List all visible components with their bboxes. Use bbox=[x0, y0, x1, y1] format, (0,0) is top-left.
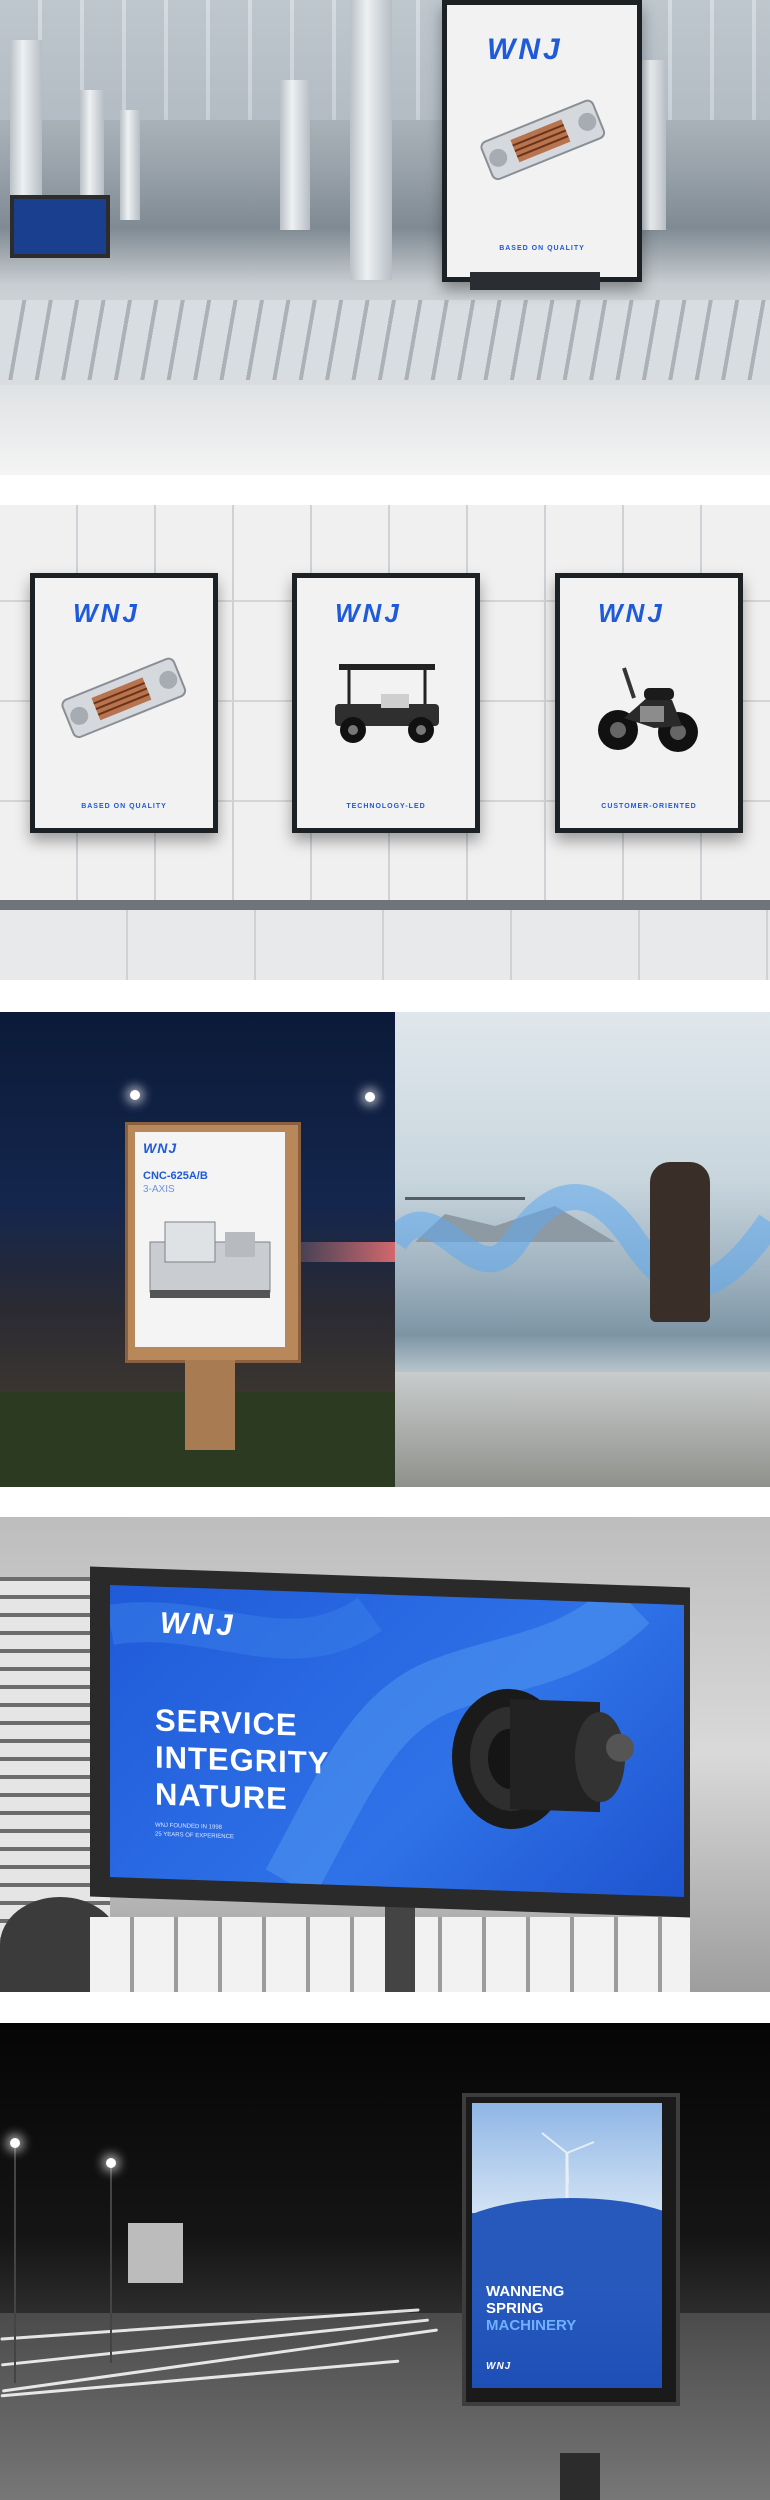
billboard-pole bbox=[385, 1897, 415, 1992]
brand-logo: WNJ bbox=[335, 598, 402, 628]
brand-logo: WNJ bbox=[487, 33, 563, 66]
brand-logo: WNJ bbox=[160, 1606, 236, 1643]
wall-poster-1: WNJ BASED ON QUALITY bbox=[30, 573, 218, 833]
airport-poster: WNJ BASED ON QUALITY bbox=[442, 0, 642, 282]
wall-poster-2: WNJ TECHNOLOGY-LED bbox=[292, 573, 480, 833]
poster-stand bbox=[470, 272, 600, 290]
light-trail bbox=[290, 1242, 395, 1262]
headline-line-1: SERVICE bbox=[155, 1702, 298, 1743]
poster-tagline: BASED ON QUALITY bbox=[81, 803, 167, 810]
street-light bbox=[365, 1092, 375, 1102]
hiker bbox=[650, 1162, 710, 1322]
billboard-scene: WNJ SERVICE INTEGRITY NATURE WNJ FOUNDED… bbox=[0, 1517, 770, 1992]
ad-line-2: SPRING bbox=[486, 2300, 544, 2317]
ad-line-3: MACHINERY bbox=[486, 2317, 577, 2334]
billboard-small-print: WNJ FOUNDED IN 1998 25 YEARS OF EXPERIEN… bbox=[155, 1822, 234, 1843]
wall-poster-3: WNJ CUSTOMER-ORIENTED bbox=[555, 573, 743, 833]
lamp-light bbox=[10, 2138, 20, 2148]
brand-logo: WNJ bbox=[486, 2361, 512, 2372]
model-subtitle: 3-AXIS bbox=[143, 1184, 175, 1195]
night-street: WNJ CNC-625A/B 3-AXIS bbox=[0, 1012, 395, 1487]
street-light bbox=[130, 1090, 140, 1100]
pillar bbox=[350, 0, 392, 280]
gearbox-product bbox=[480, 99, 606, 181]
headline-line-2: INTEGRITY bbox=[155, 1739, 330, 1781]
brand-logo: WNJ bbox=[143, 1140, 178, 1156]
poster-tagline: BASED ON QUALITY bbox=[499, 245, 585, 252]
ad-line-1: WANNENG bbox=[486, 2283, 565, 2300]
floor bbox=[0, 910, 770, 980]
blue-curve bbox=[472, 2198, 662, 2288]
building bbox=[128, 2223, 183, 2283]
wall-scene: WNJ BASED ON QUALITY WNJ TECHNOLOGY-LED … bbox=[0, 505, 770, 980]
night-ad: WANNENG SPRING MACHINERY WNJ bbox=[472, 2103, 662, 2388]
model-name: CNC-625A/B bbox=[143, 1170, 208, 1182]
pillar bbox=[640, 60, 666, 230]
motorcycle-product bbox=[598, 667, 698, 752]
cnc-machine-product bbox=[149, 1221, 271, 1298]
street-poster: WNJ CNC-625A/B 3-AXIS bbox=[135, 1132, 285, 1347]
baggage-carousel bbox=[0, 300, 770, 380]
baseboard bbox=[0, 900, 770, 910]
brand-logo: WNJ bbox=[598, 598, 665, 628]
poster-post bbox=[185, 1360, 235, 1450]
blue-wave bbox=[395, 1184, 770, 1298]
ad-headline: WANNENG SPRING MACHINERY bbox=[486, 2283, 576, 2334]
lamp-light bbox=[106, 2158, 116, 2168]
golf-cart-product bbox=[335, 664, 439, 743]
gearbox-product bbox=[61, 657, 187, 739]
billboard: WNJ SERVICE INTEGRITY NATURE WNJ FOUNDED… bbox=[110, 1584, 684, 1898]
motor-product bbox=[452, 1688, 634, 1829]
street-lamp bbox=[110, 2163, 112, 2363]
street-lamp bbox=[14, 2143, 16, 2383]
street-coast-scene: WNJ CNC-625A/B 3-AXIS bbox=[0, 1012, 770, 1487]
pillar bbox=[120, 110, 140, 220]
floor bbox=[0, 385, 770, 475]
beach bbox=[395, 1372, 770, 1487]
brand-logo: WNJ bbox=[73, 598, 140, 628]
night-road-scene: WANNENG SPRING MACHINERY WNJ bbox=[0, 2023, 770, 2500]
pillar bbox=[280, 80, 310, 230]
info-screen bbox=[10, 195, 110, 258]
poster-tagline: TECHNOLOGY-LED bbox=[346, 803, 426, 810]
ad-stand bbox=[560, 2453, 600, 2500]
airport-scene: WNJ BASED ON QUALITY bbox=[0, 0, 770, 475]
coast-photo bbox=[395, 1012, 770, 1487]
headline-line-3: NATURE bbox=[155, 1776, 288, 1817]
billboard-headline: SERVICE INTEGRITY NATURE bbox=[155, 1702, 329, 1819]
poster-tagline: CUSTOMER-ORIENTED bbox=[601, 803, 697, 810]
